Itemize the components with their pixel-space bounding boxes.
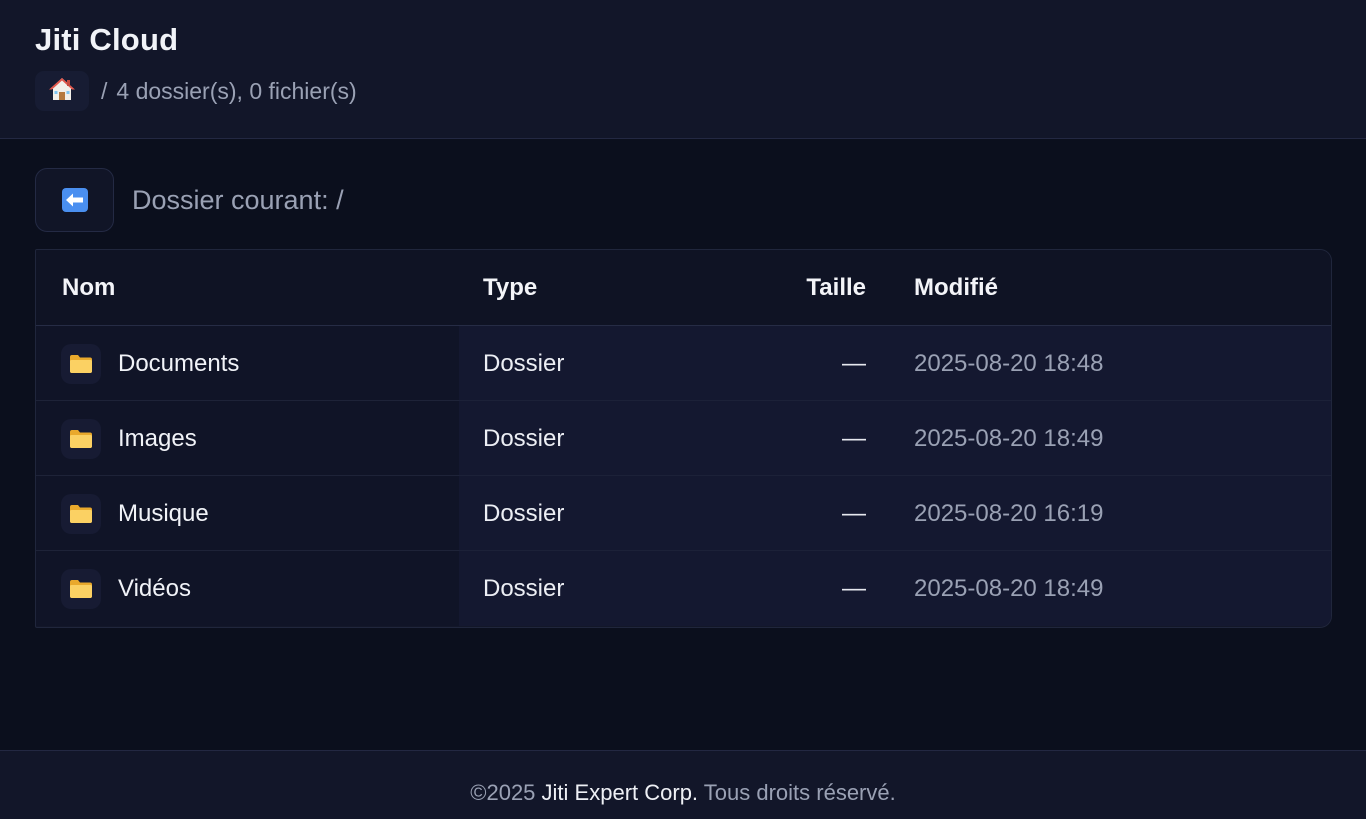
row-modified: 2025-08-20 16:19 [914, 500, 1104, 527]
row-modified: 2025-08-20 18:49 [914, 425, 1104, 452]
table-row[interactable]: Documents Dossier — 2025-08-20 18:48 [36, 326, 1331, 401]
row-type: Dossier [483, 575, 565, 602]
breadcrumb-separator: / [101, 77, 108, 104]
file-table: Nom Type Taille Modifié Documents Dossie… [35, 249, 1332, 628]
row-type: Dossier [483, 425, 565, 452]
home-button[interactable] [35, 71, 89, 111]
current-folder-label: Dossier courant: / [132, 185, 344, 215]
back-arrow-icon [61, 188, 88, 212]
footer-rights: Tous droits réservé. [703, 780, 896, 805]
back-button[interactable] [35, 168, 114, 232]
row-size: — [842, 575, 866, 602]
row-size: — [842, 500, 866, 527]
table-row[interactable]: Vidéos Dossier — 2025-08-20 18:49 [36, 551, 1331, 626]
row-modified: 2025-08-20 18:49 [914, 575, 1104, 602]
folder-summary: 4 dossier(s), 0 fichier(s) [116, 77, 357, 104]
column-header-modified[interactable]: Modifié [914, 274, 998, 302]
breadcrumb: / 4 dossier(s), 0 fichier(s) [35, 71, 357, 111]
row-type: Dossier [483, 350, 565, 377]
folder-icon [61, 494, 101, 534]
folder-icon [61, 344, 101, 384]
app-title: Jiti Cloud [35, 22, 179, 57]
footer-copyright: ©2025 [470, 780, 536, 805]
column-header-type[interactable]: Type [483, 274, 537, 302]
house-icon [49, 77, 75, 106]
row-name[interactable]: Vidéos [118, 575, 191, 603]
table-row[interactable]: Images Dossier — 2025-08-20 18:49 [36, 401, 1331, 476]
folder-icon [61, 419, 101, 459]
table-row[interactable]: Musique Dossier — 2025-08-20 16:19 [36, 476, 1331, 551]
footer-brand: Jiti Expert Corp. [541, 780, 699, 805]
table-header: Nom Type Taille Modifié [36, 250, 1331, 326]
row-modified: 2025-08-20 18:48 [914, 350, 1104, 377]
column-header-name[interactable]: Nom [62, 274, 115, 302]
row-name[interactable]: Images [118, 425, 197, 453]
row-name[interactable]: Documents [118, 350, 239, 378]
row-type: Dossier [483, 500, 565, 527]
folder-icon [61, 569, 101, 609]
row-size: — [842, 350, 866, 377]
row-name[interactable]: Musique [118, 500, 209, 528]
page-footer: ©2025 Jiti Expert Corp. Tous droits rése… [0, 750, 1366, 819]
row-size: — [842, 425, 866, 452]
app-header: Jiti Cloud / 4 dossier(s), 0 fichier(s) [0, 0, 1366, 139]
column-header-size[interactable]: Taille [806, 274, 866, 302]
